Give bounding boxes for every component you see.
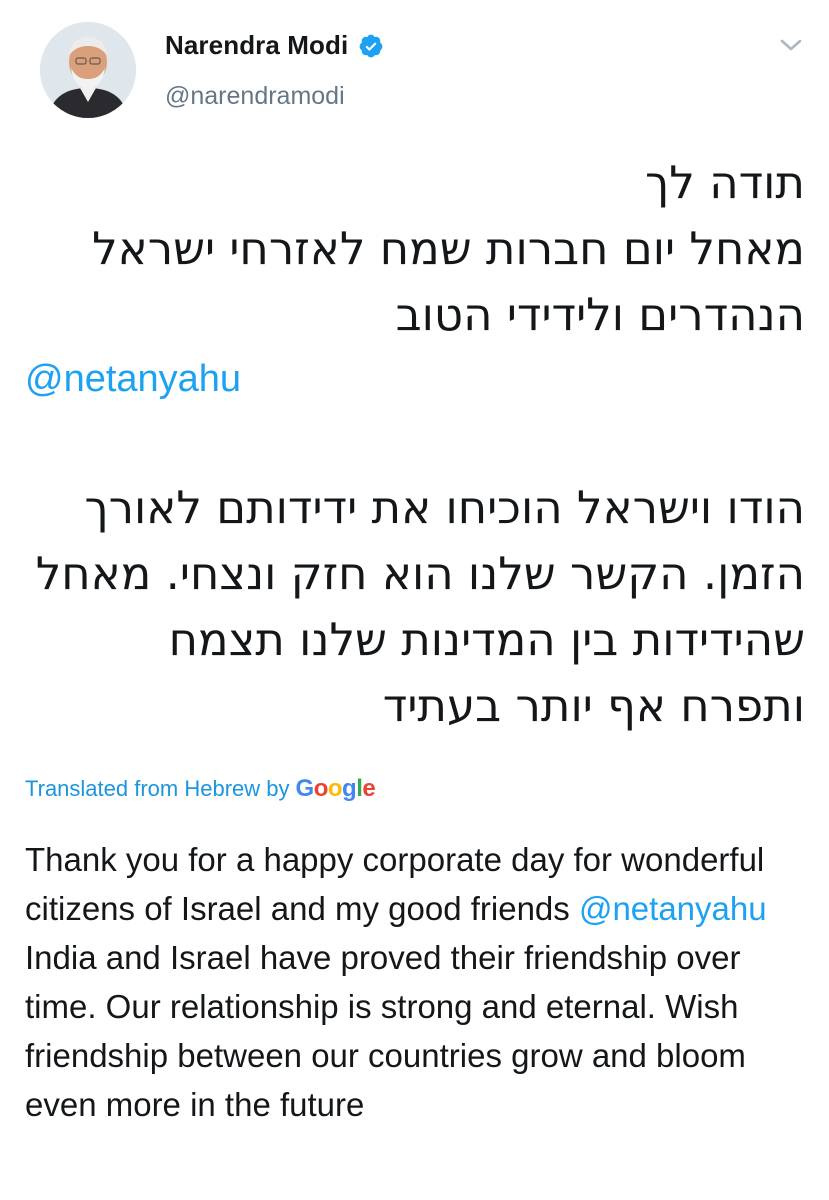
- tweet-line: תודה לך: [645, 156, 805, 209]
- tweet: Narendra Modi @narendramodi תודה לך מאחל…: [0, 0, 829, 1200]
- avatar[interactable]: [40, 22, 136, 118]
- translated-mention-link[interactable]: @netanyahu: [579, 890, 767, 927]
- author-name[interactable]: Narendra Modi: [165, 30, 348, 61]
- verified-badge-icon: [358, 33, 384, 59]
- translated-text: Thank you for a happy corporate day for …: [25, 835, 815, 1129]
- tweet-line: שהידידות בין המדינות שלנו תצמח: [168, 613, 805, 666]
- tweet-text-hebrew-part-1: תודה לך מאחל יום חברות שמח לאזרחי ישראל …: [25, 150, 805, 348]
- tweet-line: הזמן. הקשר שלנו הוא חזק ונצחי. מאחל: [35, 547, 805, 600]
- tweet-line: הודו וישראל הוכיחו את ידידותם לאורך: [84, 481, 805, 534]
- tweet-line: מאחל יום חברות שמח לאזרחי ישראל: [92, 222, 805, 275]
- translated-by-link[interactable]: Translated from Hebrew by Google: [25, 775, 376, 803]
- translated-label: Translated from Hebrew by: [25, 776, 290, 801]
- chevron-down-icon[interactable]: [778, 34, 804, 56]
- tweet-line: הנהדרים ולידידי הטוב: [395, 288, 805, 341]
- tweet-line: ותפרח אף יותר בעתיד: [382, 679, 805, 732]
- translated-text-part-2: India and Israel have proved their frien…: [25, 939, 746, 1123]
- tweet-text-hebrew-part-2: הודו וישראל הוכיחו את ידידותם לאורך הזמן…: [25, 475, 805, 739]
- author-handle[interactable]: @narendramodi: [165, 82, 345, 111]
- mention-link[interactable]: @netanyahu: [25, 358, 241, 401]
- google-logo: Google: [295, 775, 376, 802]
- avatar-photo-icon: [40, 22, 136, 118]
- author-name-row: Narendra Modi: [165, 30, 384, 61]
